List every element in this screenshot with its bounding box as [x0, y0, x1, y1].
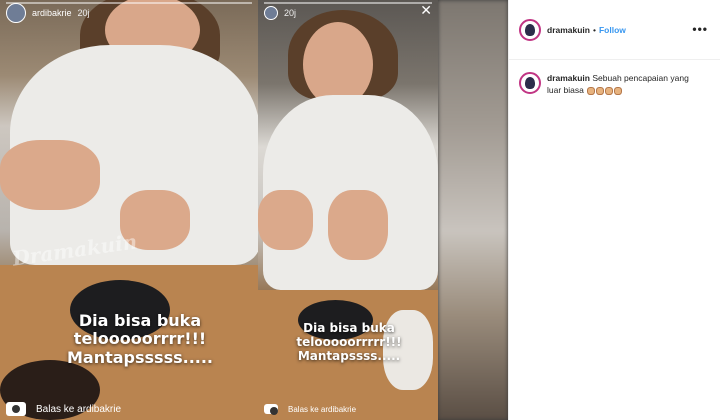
story-time: 20j — [77, 8, 90, 18]
story-text-overlay: Dia bisa buka telooooorrrr!!! Mantapssss… — [40, 311, 240, 367]
follow-button[interactable]: Follow — [599, 25, 626, 35]
story-text-line: telooooorrrr!!! — [73, 329, 207, 349]
story-text-line: Dia bisa buka — [78, 311, 202, 330]
camera-icon[interactable] — [6, 402, 26, 416]
hand-shape — [258, 190, 313, 250]
reply-bar: Balas ke ardibakrie — [0, 398, 258, 420]
clapping-hands-emoji — [586, 85, 623, 96]
more-options-icon[interactable]: ••• — [692, 22, 708, 36]
post-username[interactable]: dramakuin — [547, 25, 590, 35]
story-header: ardibakrie 20j — [0, 0, 258, 26]
story-screenshot-right-blurred — [438, 0, 508, 420]
post-sidebar: dramakuin • Follow ••• dramakuin Sebuah … — [508, 0, 720, 420]
reply-input[interactable]: Balas ke ardibakrie — [288, 405, 356, 414]
story-username[interactable]: ardibakrie — [32, 8, 72, 18]
hand-shape — [0, 140, 100, 210]
instagram-post-view: ardibakrie 20j Dramakuin Dia bisa buka t… — [0, 0, 720, 420]
hand-shape — [328, 190, 388, 260]
story-text-overlay: Dia bisa buka telooooorrrrr!!! Mantapsss… — [264, 321, 434, 363]
avatar[interactable] — [519, 18, 541, 41]
separator-dot: • — [593, 24, 596, 35]
story-time: 20j — [284, 8, 297, 18]
story-screenshot-left: ardibakrie 20j Dramakuin Dia bisa buka t… — [0, 0, 258, 420]
avatar[interactable] — [264, 6, 278, 20]
post-header: dramakuin • Follow ••• — [509, 0, 720, 60]
story-text-line: telooooorrrrr!!! — [296, 334, 402, 349]
close-icon[interactable]: ✕ — [420, 3, 432, 19]
reply-bar: Balas ke ardibakrie — [258, 398, 438, 420]
avatar[interactable] — [519, 72, 541, 94]
story-text-line: Mantapsssss..... — [66, 347, 213, 367]
story-text-line: Mantapssss..... — [297, 348, 401, 363]
post-caption: dramakuin Sebuah pencapaian yang luar bi… — [509, 60, 720, 109]
story-photo — [438, 0, 508, 420]
caption-body: dramakuin Sebuah pencapaian yang luar bi… — [547, 72, 697, 97]
story-screenshot-middle: 20j ✕ Dia bisa buka telooooorrrrr!!! Man… — [258, 0, 438, 420]
story-header: 20j ✕ — [258, 0, 438, 26]
camera-icon[interactable] — [264, 404, 278, 415]
story-text-line: Dia bisa buka — [303, 321, 395, 335]
post-media[interactable]: ardibakrie 20j Dramakuin Dia bisa buka t… — [0, 0, 508, 420]
avatar[interactable] — [6, 3, 26, 23]
caption-username[interactable]: dramakuin — [547, 73, 590, 83]
reply-input[interactable]: Balas ke ardibakrie — [36, 404, 121, 415]
